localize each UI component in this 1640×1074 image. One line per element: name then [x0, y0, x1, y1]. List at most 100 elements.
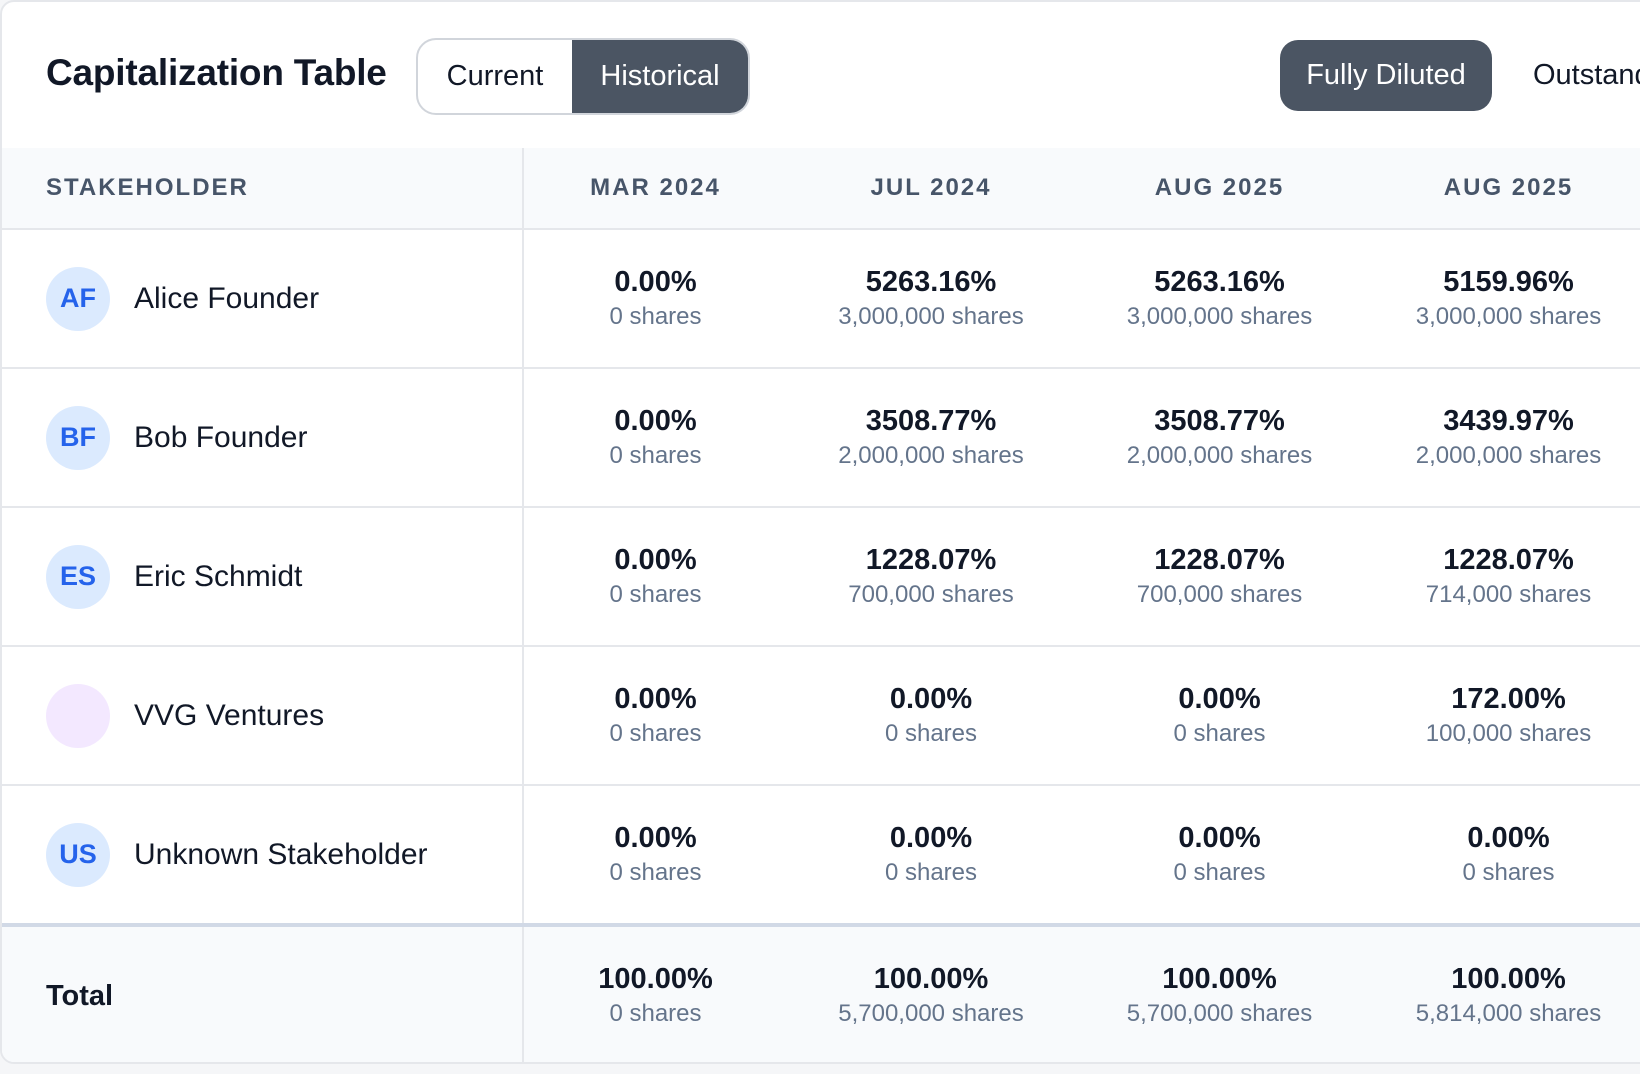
ownership-percent: 0.00%	[614, 821, 697, 854]
ownership-percent: 1228.07%	[1154, 543, 1285, 576]
fully-diluted-button[interactable]: Fully Diluted	[1280, 40, 1492, 111]
current-toggle-button[interactable]: Current	[418, 40, 572, 113]
time-toggle: Current Historical	[416, 38, 750, 115]
stakeholder-name: Bob Founder	[134, 420, 308, 454]
ownership-percent: 0.00%	[614, 404, 697, 437]
ownership-cell: 5159.96% 3,000,000 shares	[1364, 228, 1640, 368]
column-header-jul-2024: JUL 2024	[787, 148, 1075, 229]
table-row[interactable]: VVG Ventures 0.00% 0 shares 0.00% 0 shares…	[2, 645, 1640, 785]
table-row[interactable]: BF Bob Founder 0.00% 0 shares 3508.77% 2,0…	[2, 367, 1640, 507]
column-header-stakeholder: STAKEHOLDER	[2, 148, 524, 229]
total-shares: 5,700,000 shares	[838, 1000, 1024, 1027]
total-label: Total	[2, 923, 524, 1062]
column-header-aug-2025-b: AUG 2025	[1364, 148, 1640, 229]
share-count: 0 shares	[1173, 858, 1266, 886]
total-cell: 100.00% 5,814,000 shares	[1364, 923, 1640, 1062]
share-count: 0 shares	[609, 441, 702, 469]
share-count: 714,000 shares	[1425, 580, 1592, 608]
ownership-percent: 3439.97%	[1443, 404, 1574, 437]
ownership-cell: 0.00% 0 shares	[1075, 645, 1364, 785]
cap-table-card: Capitalization Table Current Historical …	[0, 0, 1640, 1064]
total-row: Total 100.00% 0 shares 100.00% 5,700,000 s…	[2, 923, 1640, 1062]
ownership-cell: 0.00% 0 shares	[523, 367, 787, 507]
stakeholder-name: Alice Founder	[134, 281, 320, 315]
column-header-mar-2024: MAR 2024	[523, 148, 787, 229]
total-shares: 5,814,000 shares	[1415, 1000, 1602, 1027]
ownership-cell: 172.00% 100,000 shares	[1364, 645, 1640, 785]
stakeholder-cell: BF Bob Founder	[2, 367, 524, 507]
share-count: 100,000 shares	[1425, 719, 1592, 747]
share-count: 0 shares	[1462, 858, 1555, 886]
share-count: 3,000,000 shares	[1415, 302, 1602, 330]
share-count: 700,000 shares	[848, 580, 1014, 608]
total-percent: 100.00%	[873, 963, 989, 995]
share-count: 3,000,000 shares	[1126, 302, 1313, 330]
share-count: 0 shares	[609, 858, 702, 886]
ownership-percent: 3508.77%	[1154, 404, 1285, 437]
stakeholder-name: Eric Schmidt	[134, 559, 303, 593]
total-shares: 5,700,000 shares	[1126, 1000, 1313, 1027]
ownership-cell: 0.00% 0 shares	[787, 784, 1075, 925]
ownership-percent: 0.00%	[614, 265, 697, 298]
ownership-percent: 172.00%	[1451, 682, 1566, 715]
ownership-cell: 0.00% 0 shares	[1364, 784, 1640, 925]
ownership-percent: 5263.16%	[865, 265, 997, 298]
ownership-cell: 3439.97% 2,000,000 shares	[1364, 367, 1640, 507]
ownership-cell: 0.00% 0 shares	[523, 645, 787, 785]
historical-toggle-button[interactable]: Historical	[572, 40, 748, 113]
total-percent: 100.00%	[1451, 963, 1566, 995]
ownership-cell: 0.00% 0 shares	[523, 784, 787, 925]
total-cell: 100.00% 5,700,000 shares	[1075, 923, 1364, 1062]
ownership-percent: 0.00%	[614, 682, 697, 715]
avatar	[46, 683, 110, 748]
table-row[interactable]: AF Alice Founder 0.00% 0 shares 5263.16% 3…	[2, 228, 1640, 368]
page-title: Capitalization Table	[46, 52, 387, 93]
column-header-aug-2025: AUG 2025	[1075, 148, 1364, 229]
share-count: 0 shares	[884, 858, 978, 886]
ownership-cell: 1228.07% 714,000 shares	[1364, 506, 1640, 646]
stakeholder-name: VVG Ventures	[134, 698, 325, 732]
table-header-row: STAKEHOLDER MAR 2024 JUL 2024 AUG 2025 A…	[2, 148, 1640, 229]
share-count: 0 shares	[609, 580, 702, 608]
ownership-cell: 3508.77% 2,000,000 shares	[787, 367, 1075, 507]
stakeholder-cell: AF Alice Founder	[2, 228, 524, 368]
stakeholder-cell: US Unknown Stakeholder	[2, 784, 524, 925]
total-percent: 100.00%	[598, 963, 713, 995]
ownership-percent: 0.00%	[1178, 682, 1261, 715]
ownership-cell: 0.00% 0 shares	[1075, 784, 1364, 925]
avatar: AF	[46, 266, 110, 331]
stakeholder-name: Unknown Stakeholder	[134, 837, 428, 871]
ownership-percent: 0.00%	[889, 682, 973, 715]
avatar: US	[46, 822, 110, 887]
ownership-percent: 3508.77%	[865, 404, 997, 437]
avatar: BF	[46, 405, 110, 470]
share-count: 2,000,000 shares	[1126, 441, 1313, 469]
share-count: 0 shares	[1173, 719, 1266, 747]
share-count: 0 shares	[609, 302, 702, 330]
share-count: 2,000,000 shares	[1415, 441, 1602, 469]
share-count: 3,000,000 shares	[838, 302, 1024, 330]
cap-table-header: Capitalization Table Current Historical …	[2, 2, 1640, 150]
total-cell: 100.00% 0 shares	[523, 923, 787, 1062]
ownership-cell: 5263.16% 3,000,000 shares	[787, 228, 1075, 368]
ownership-percent: 0.00%	[1178, 821, 1261, 854]
ownership-cell: 3508.77% 2,000,000 shares	[1075, 367, 1364, 507]
table-row[interactable]: ES Eric Schmidt 0.00% 0 shares 1228.07% 70…	[2, 506, 1640, 646]
ownership-cell: 0.00% 0 shares	[523, 506, 787, 646]
ownership-cell: 5263.16% 3,000,000 shares	[1075, 228, 1364, 368]
ownership-percent: 5159.96%	[1443, 265, 1574, 298]
ownership-percent: 0.00%	[614, 543, 697, 576]
ownership-percent: 1228.07%	[1443, 543, 1574, 576]
ownership-percent: 0.00%	[889, 821, 973, 854]
cap-table: STAKEHOLDER MAR 2024 JUL 2024 AUG 2025 A…	[2, 148, 1640, 1062]
outstanding-button[interactable]: Outstanding	[1533, 40, 1640, 111]
table-row[interactable]: US Unknown Stakeholder 0.00% 0 shares 0.0…	[2, 784, 1640, 925]
ownership-cell: 0.00% 0 shares	[523, 228, 787, 368]
ownership-cell: 1228.07% 700,000 shares	[1075, 506, 1364, 646]
stakeholder-cell: ES Eric Schmidt	[2, 506, 524, 646]
share-count: 2,000,000 shares	[838, 441, 1024, 469]
total-shares: 0 shares	[609, 1000, 702, 1027]
avatar: ES	[46, 544, 110, 609]
share-count: 0 shares	[609, 719, 702, 747]
share-count: 0 shares	[884, 719, 978, 747]
